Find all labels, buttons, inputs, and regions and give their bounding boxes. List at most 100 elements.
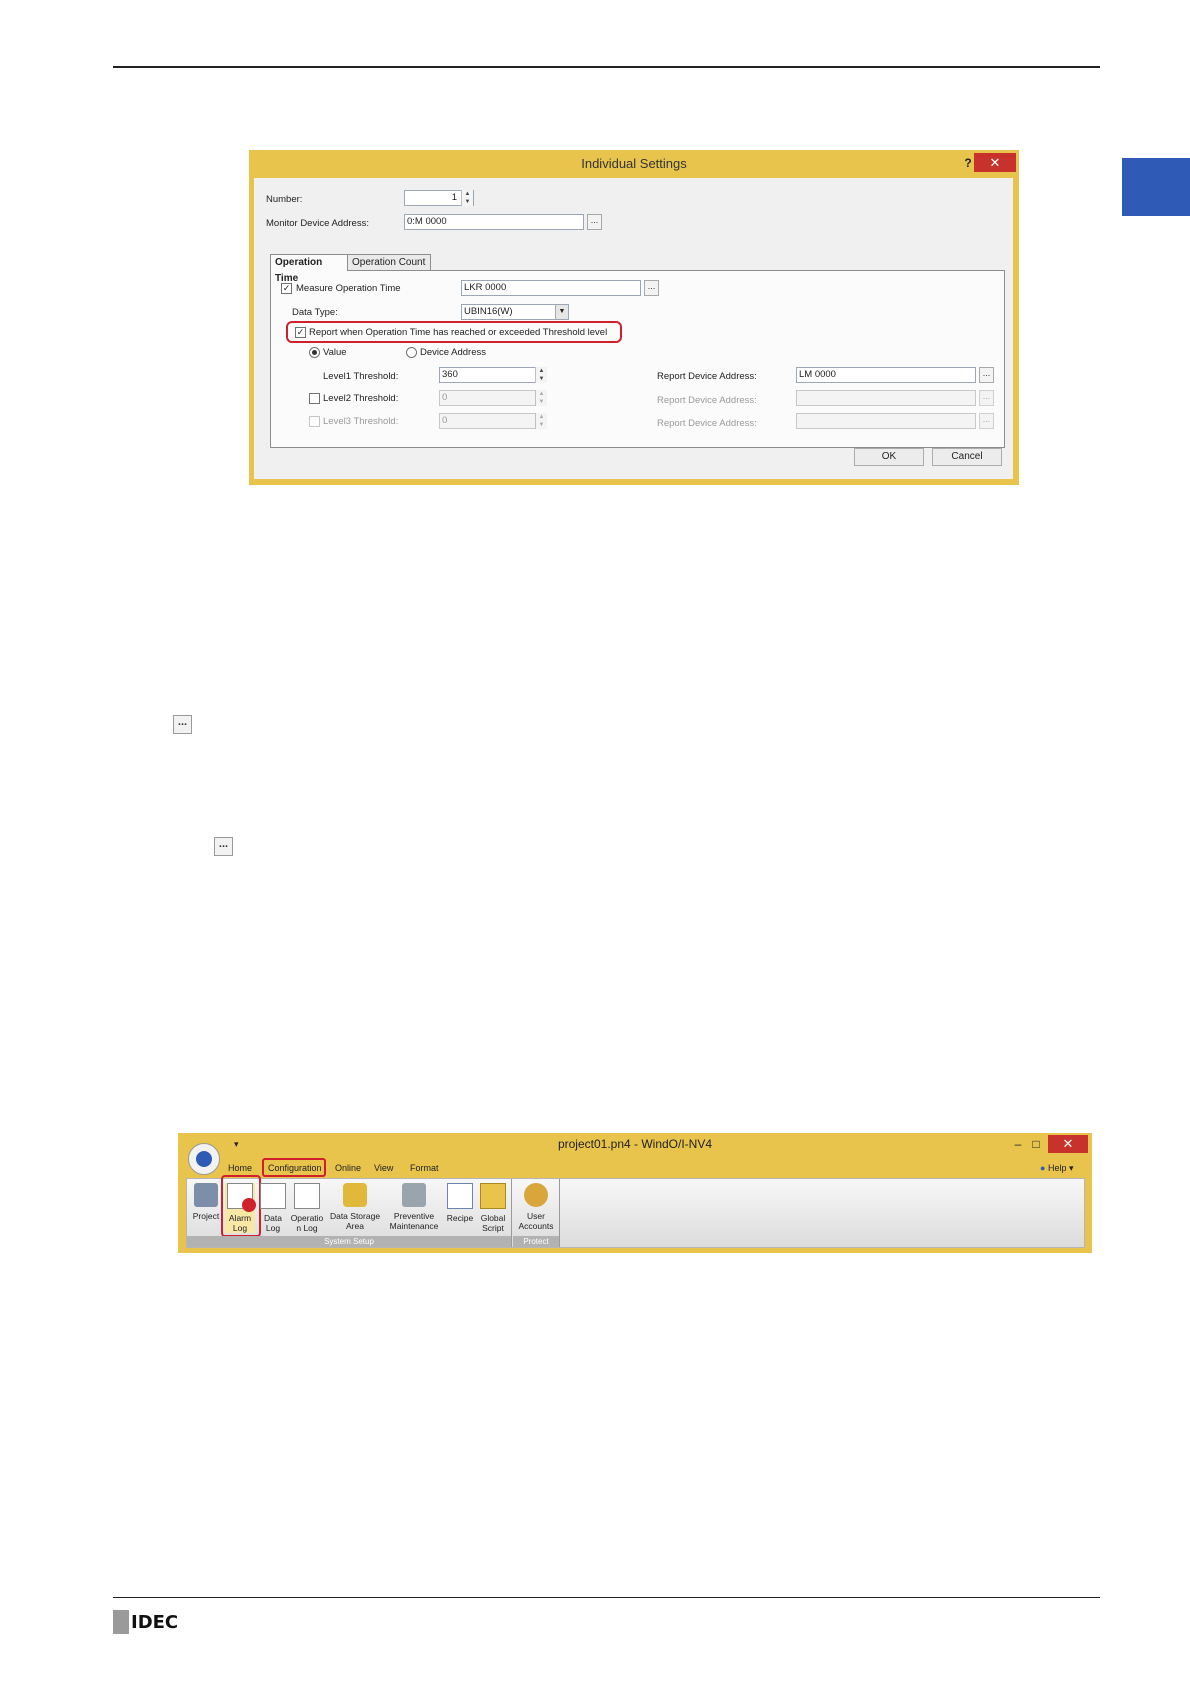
idec-logo-text: IDEC — [131, 1611, 179, 1633]
minimize-button[interactable]: – — [1008, 1135, 1028, 1153]
level2-threshold-field[interactable]: 0 — [439, 390, 547, 406]
operation-log-label-line1: Operatio — [290, 1213, 324, 1223]
measure-operation-time-label: Measure Operation Time — [296, 283, 401, 294]
number-value: 1 — [451, 192, 457, 203]
device-address-radio[interactable] — [406, 347, 417, 358]
data-storage-icon — [343, 1183, 367, 1207]
chapter-tab — [1122, 158, 1190, 216]
report-threshold-highlight — [286, 321, 622, 343]
close-button[interactable]: ✕ — [974, 153, 1016, 172]
ellipsis-button-icon: ... — [173, 715, 192, 734]
global-script-label-line2: Script — [482, 1223, 504, 1233]
data-type-value: UBIN16(W) — [464, 306, 513, 317]
preventive-maintenance-button[interactable]: Preventive Maintenance — [387, 1183, 441, 1231]
configuration-highlight — [262, 1158, 326, 1177]
window-close-button[interactable]: ✕ — [1048, 1135, 1088, 1153]
data-type-select[interactable]: UBIN16(W) ▼ — [461, 304, 569, 320]
global-script-label-line1: Global — [480, 1213, 506, 1223]
ok-button[interactable]: OK — [854, 448, 924, 466]
report-address-3-label: Report Device Address: — [657, 418, 757, 429]
group-divider — [511, 1179, 512, 1247]
cancel-button[interactable]: Cancel — [932, 448, 1002, 466]
report-address-1-field[interactable]: LM 0000 — [796, 367, 976, 383]
monitor-address-field[interactable]: 0:M 0000 — [404, 214, 584, 230]
monitor-address-label: Monitor Device Address: — [266, 218, 369, 229]
group-protect: Protect — [513, 1236, 559, 1247]
level2-threshold-spinner[interactable]: ▲ ▼ — [535, 390, 547, 406]
level3-threshold-spinner[interactable]: ▲ ▼ — [535, 413, 547, 429]
monitor-address-browse-button[interactable]: ... — [587, 214, 602, 230]
data-log-label-line1: Data — [264, 1213, 282, 1223]
report-address-1-label: Report Device Address: — [657, 371, 757, 382]
windo-ribbon-window: ▾ project01.pn4 - WindO/I-NV4 – □ ✕ Home… — [178, 1133, 1092, 1253]
number-label: Number: — [266, 194, 303, 205]
level3-threshold-checkbox[interactable] — [309, 416, 320, 427]
preventive-maintenance-label-line1: Preventive — [393, 1211, 435, 1221]
data-log-label-line2: Log — [265, 1223, 281, 1233]
report-address-2-browse-button[interactable]: ... — [979, 390, 994, 406]
level1-threshold-label: Level1 Threshold: — [323, 371, 399, 382]
menu-format[interactable]: Format — [410, 1163, 439, 1173]
level1-threshold-spinner[interactable]: ▲ ▼ — [535, 367, 547, 383]
operation-time-panel: ✓ Measure Operation Time LKR 0000 ... Da… — [270, 270, 1005, 448]
value-radio-label: Value — [323, 347, 347, 358]
user-accounts-icon — [524, 1183, 548, 1207]
value-radio[interactable] — [309, 347, 320, 358]
idec-logo-mark — [113, 1610, 129, 1634]
recipe-button[interactable]: Recipe — [445, 1183, 475, 1223]
project-button[interactable]: Project — [191, 1183, 221, 1221]
level2-threshold-label: Level2 Threshold: — [323, 393, 399, 404]
window-title: project01.pn4 - WindO/I-NV4 — [557, 1137, 713, 1151]
menu-home[interactable]: Home — [228, 1163, 252, 1173]
operation-log-icon — [294, 1183, 320, 1209]
operation-log-button[interactable]: Operatio n Log — [289, 1183, 325, 1233]
dialog-body: Number: 1 ▲ ▼ Monitor Device Address: 0:M… — [254, 178, 1013, 479]
user-accounts-button[interactable]: User Accounts — [517, 1183, 555, 1231]
project-icon — [194, 1183, 218, 1207]
group-divider — [559, 1179, 560, 1247]
report-address-3-browse-button[interactable]: ... — [979, 413, 994, 429]
level3-threshold-label: Level3 Threshold: — [323, 416, 399, 427]
measure-address-field[interactable]: LKR 0000 — [461, 280, 641, 296]
help-menu[interactable]: ● Help ▾ — [1040, 1163, 1074, 1174]
level3-threshold-field[interactable]: 0 — [439, 413, 547, 429]
help-label: Help — [1047, 1163, 1067, 1173]
number-spinner[interactable]: ▲ ▼ — [461, 190, 473, 206]
measure-address-browse-button[interactable]: ... — [644, 280, 659, 296]
operation-log-label-line2: n Log — [296, 1223, 318, 1233]
ellipsis-button-icon: ... — [214, 837, 233, 856]
header-rule — [113, 66, 1100, 68]
recipe-icon — [447, 1183, 473, 1209]
group-system-setup: System Setup — [187, 1236, 511, 1247]
data-storage-area-button[interactable]: Data Storage Area — [327, 1183, 383, 1231]
idec-logo: IDEC — [113, 1610, 178, 1634]
chevron-down-icon: ▼ — [555, 305, 568, 319]
help-icon: ● — [1040, 1163, 1046, 1173]
recipe-label: Recipe — [446, 1213, 474, 1223]
ribbon-panel: Project Alarm Log Data Log Operatio n Lo… — [186, 1175, 1085, 1248]
level2-threshold-checkbox[interactable] — [309, 393, 320, 404]
level1-threshold-field[interactable]: 360 — [439, 367, 547, 383]
tab-operation-time[interactable]: Operation Time — [270, 254, 348, 284]
preventive-maintenance-label-line2: Maintenance — [389, 1221, 439, 1231]
individual-settings-dialog: Individual Settings ? ✕ Number: 1 ▲ ▼ Mon… — [249, 150, 1019, 485]
wrench-icon — [402, 1183, 426, 1207]
data-storage-label-line1: Data Storage — [329, 1211, 381, 1221]
report-address-1-browse-button[interactable]: ... — [979, 367, 994, 383]
project-label: Project — [192, 1211, 220, 1221]
data-log-icon — [260, 1183, 286, 1209]
tab-operation-count[interactable]: Operation Count — [347, 254, 431, 271]
report-address-2-field[interactable] — [796, 390, 976, 406]
device-address-radio-label: Device Address — [420, 347, 487, 358]
data-type-label: Data Type: — [292, 307, 338, 318]
report-address-3-field[interactable] — [796, 413, 976, 429]
user-accounts-label-line1: User — [527, 1211, 545, 1221]
menu-view[interactable]: View — [374, 1163, 393, 1173]
report-address-2-label: Report Device Address: — [657, 395, 757, 406]
data-log-button[interactable]: Data Log — [259, 1183, 287, 1233]
dialog-title: Individual Settings — [581, 156, 687, 171]
menu-online[interactable]: Online — [335, 1163, 361, 1173]
maximize-button[interactable]: □ — [1026, 1135, 1046, 1153]
global-script-button[interactable]: Global Script — [477, 1183, 509, 1233]
alarm-log-highlight — [221, 1175, 261, 1237]
